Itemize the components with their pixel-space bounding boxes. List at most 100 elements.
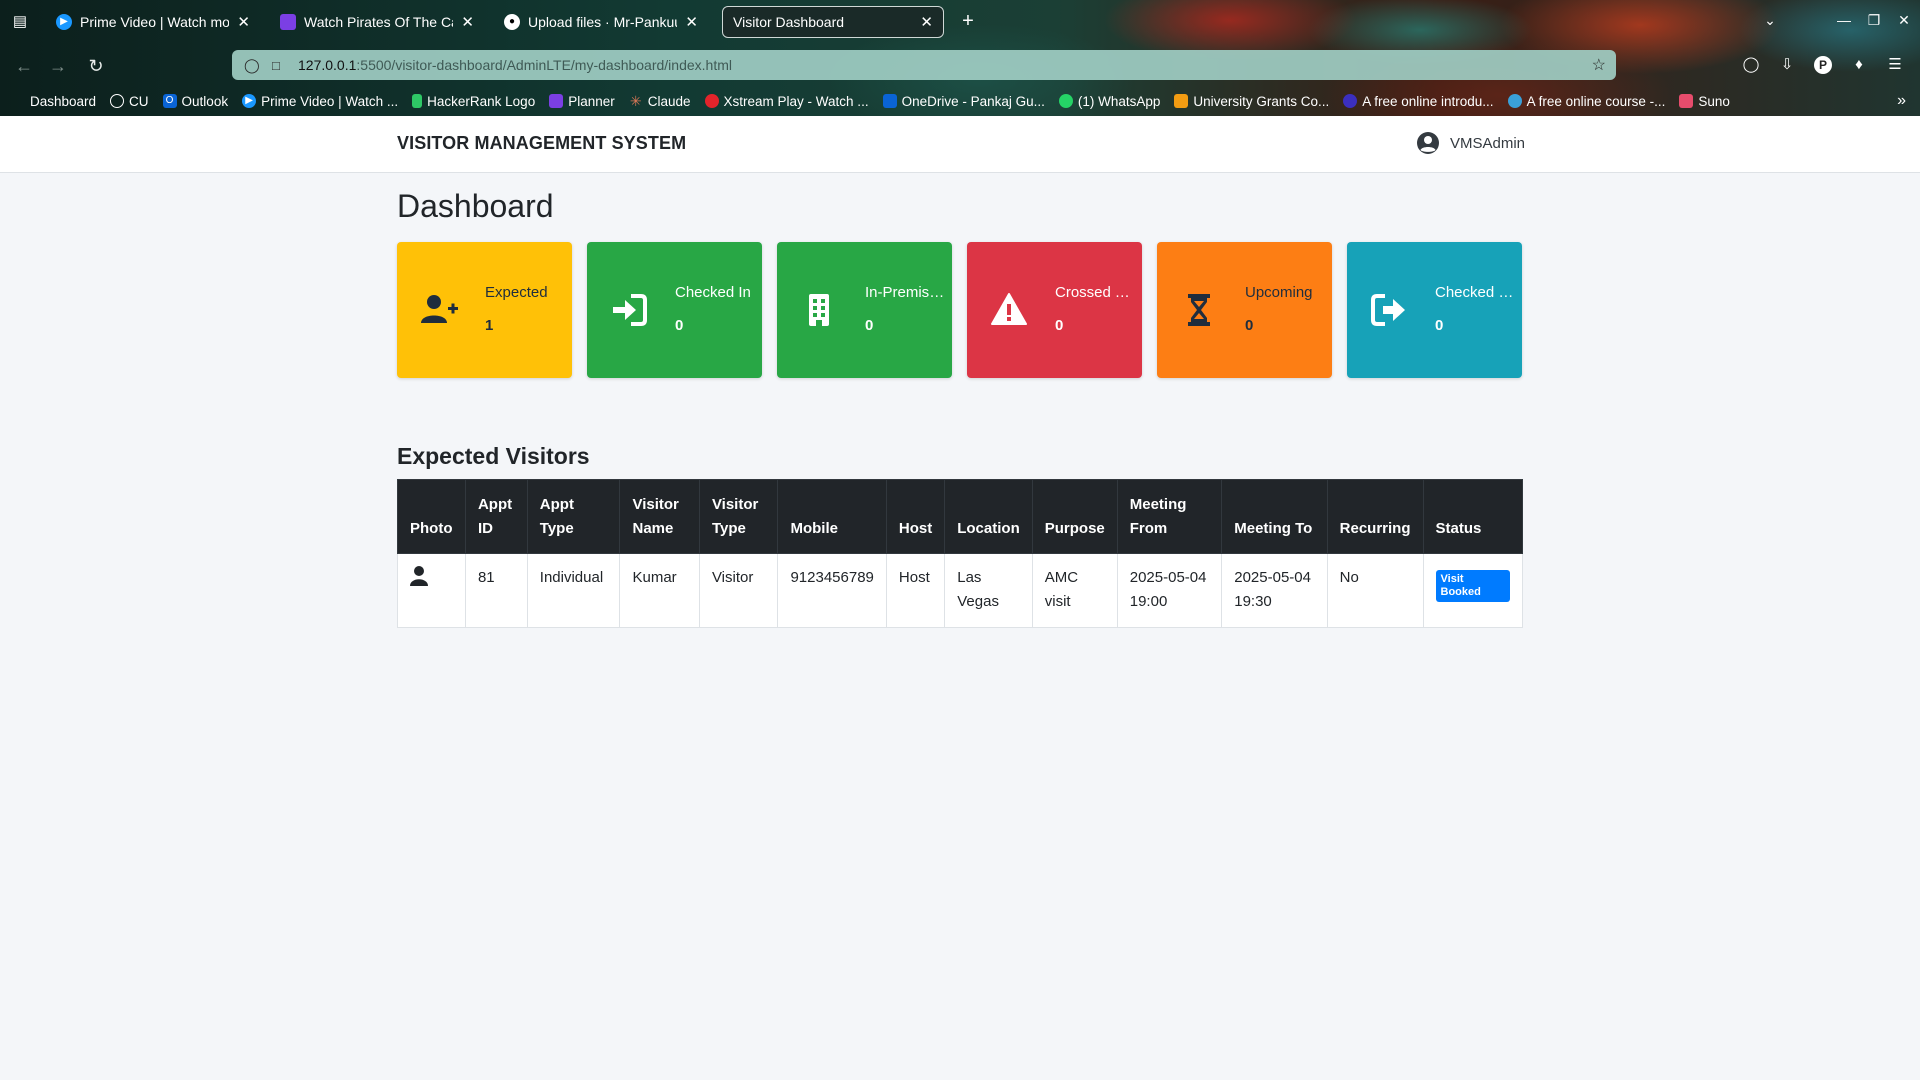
card-count: 0 [865,317,874,334]
restore-icon[interactable]: ❐ [1864,12,1884,29]
bookmark-item[interactable]: Suno [1679,94,1730,109]
card-count: 0 [1435,317,1444,334]
back-icon[interactable]: ← [12,54,36,78]
course-icon [1343,94,1358,108]
appt-id-cell: 81 [464,553,528,628]
column-header[interactable]: Status [1422,479,1524,554]
bookmark-item[interactable]: University Grants Co... [1174,94,1329,109]
reload-icon[interactable]: ↻ [84,54,108,78]
bookmark-item[interactable]: O Outlook [162,94,228,109]
column-header[interactable]: Purpose [1031,479,1118,554]
course-icon [1507,94,1522,108]
brand-title[interactable]: VISITOR MANAGEMENT SYSTEM [397,133,686,154]
column-header[interactable]: Photo [397,479,466,554]
close-tab-icon[interactable]: ✕ [461,13,474,31]
visitor-name-cell: Kumar [619,553,700,628]
card-upcoming[interactable]: Upcoming 0 [1157,242,1332,378]
minimize-icon[interactable]: — [1834,12,1854,28]
bookmark-item[interactable]: OneDrive - Pankaj Gu... [882,94,1045,109]
username: VMSAdmin [1450,134,1526,152]
close-tab-icon[interactable]: ✕ [237,13,250,31]
card-label: Upcoming [1245,284,1313,301]
bookmark-item[interactable]: Planner [549,94,615,109]
hourglass-icon [1188,294,1210,326]
user-avatar-icon [1417,132,1439,154]
tab-overflow-chevron-icon[interactable]: ⌄ [1760,12,1780,29]
bookmark-item[interactable]: A free online course -... [1507,93,1666,109]
app-header: VISITOR MANAGEMENT SYSTEM VMSAdmin [0,116,1920,173]
column-header[interactable]: Visitor Name [619,479,700,554]
tab-prime-video[interactable]: ▶ Prime Video | Watch movies ✕ [46,6,260,38]
card-label: In-Premises [865,284,945,301]
bookmark-label: Dashboard [30,93,97,109]
card-crossed-time[interactable]: Crossed Time 0 [967,242,1142,378]
column-header[interactable]: Visitor Type [698,479,779,554]
bookmark-item[interactable]: (1) WhatsApp [1058,93,1161,109]
bookmark-item[interactable]: ▶ Prime Video | Watch ... [242,94,398,109]
bookmark-item[interactable]: Xstream Play - Watch ... [704,94,869,109]
download-icon[interactable]: ⇩ [1776,54,1798,76]
column-header[interactable]: Mobile [777,479,887,554]
pocket-icon[interactable]: ◯ [1740,54,1762,76]
bookmark-item[interactable]: HackerRank Logo [412,94,535,109]
card-checked-out[interactable]: Checked Out 0 [1347,242,1522,378]
bookmark-label: A free online course -... [1526,93,1666,109]
close-tab-icon[interactable]: ✕ [920,13,933,31]
card-expected[interactable]: Expected 1 [397,242,572,378]
ugc-icon [1174,94,1189,108]
column-header[interactable]: Recurring [1326,479,1424,554]
shield-icon[interactable]: ◯ [244,57,260,74]
bookmarks-bar: Dashboard CU O Outlook ▶ Prime Video | Wat… [0,88,1920,114]
close-tab-icon[interactable]: ✕ [685,13,698,31]
table-row[interactable]: 81 Individual Kumar Visitor 9123456789 H… [397,553,1524,628]
column-header[interactable]: Host [885,479,946,554]
card-count: 0 [675,317,684,334]
prime-video-icon: ▶ [242,94,257,108]
github-favicon-icon: ● [504,14,520,30]
profile-icon[interactable]: P [1814,56,1832,74]
bookmark-star-icon[interactable]: ☆ [1592,55,1606,75]
column-header[interactable]: Appt ID [464,479,528,554]
card-label: Checked Out [1435,284,1515,301]
host-cell: Host [885,553,946,628]
extensions-icon[interactable]: ♦ [1848,54,1870,76]
bookmark-item[interactable]: Dashboard [30,94,96,109]
page-info-icon[interactable]: □ [272,58,288,73]
card-checked-in[interactable]: Checked In 0 [587,242,762,378]
browser-chrome: ▤ ▶ Prime Video | Watch movies ✕ Watch P… [0,0,1920,116]
mobile-cell: 9123456789 [777,553,887,628]
tab-list-icon[interactable]: ▤ [10,12,30,32]
column-header[interactable]: Appt Type [526,479,621,554]
bookmark-label: Prime Video | Watch ... [261,93,399,109]
location-cell: Las Vegas [944,553,1033,628]
page-title: Dashboard [397,188,554,224]
tab-github-upload[interactable]: ● Upload files · Mr-Pankuu/F ✕ [494,6,708,38]
suno-icon [1679,94,1694,108]
column-header[interactable]: Location [944,479,1033,554]
new-tab-icon[interactable]: + [956,10,980,33]
url-bar[interactable]: ◯ □ 127.0.0.1:5500/visitor-dashboard/Adm… [232,50,1616,80]
close-window-icon[interactable]: ✕ [1894,12,1914,29]
hackerrank-icon [412,94,423,108]
expected-visitors-table: Photo Appt ID Appt Type Visitor Name Vis… [397,479,1524,628]
card-count: 0 [1055,317,1064,334]
column-header[interactable]: Meeting From [1116,479,1223,554]
user-plus-icon [421,295,458,323]
bookmark-item[interactable]: ✳ Claude [629,94,691,109]
bookmark-item[interactable]: A free online introdu... [1343,94,1494,109]
purpose-cell: AMC visit [1031,553,1118,628]
bookmarks-overflow-icon[interactable]: » [1897,92,1906,110]
user-menu[interactable]: VMSAdmin [1416,131,1525,155]
menu-icon[interactable]: ☰ [1884,54,1906,76]
column-header[interactable]: Meeting To [1221,479,1328,554]
bookmark-label: (1) WhatsApp [1077,93,1161,109]
bookmark-item[interactable]: CU [110,94,149,109]
card-count: 1 [485,317,494,334]
bookmark-label: CU [129,93,149,109]
tab-title: Upload files · Mr-Pankuu/F [528,14,677,30]
outlook-icon: O [162,94,177,108]
tab-visitor-dashboard[interactable]: Visitor Dashboard ✕ [722,6,944,38]
tab-pirates[interactable]: Watch Pirates Of The Caribbean ✕ [270,6,484,38]
forward-icon[interactable]: → [46,54,70,78]
card-in-premises[interactable]: In-Premises 0 [777,242,952,378]
